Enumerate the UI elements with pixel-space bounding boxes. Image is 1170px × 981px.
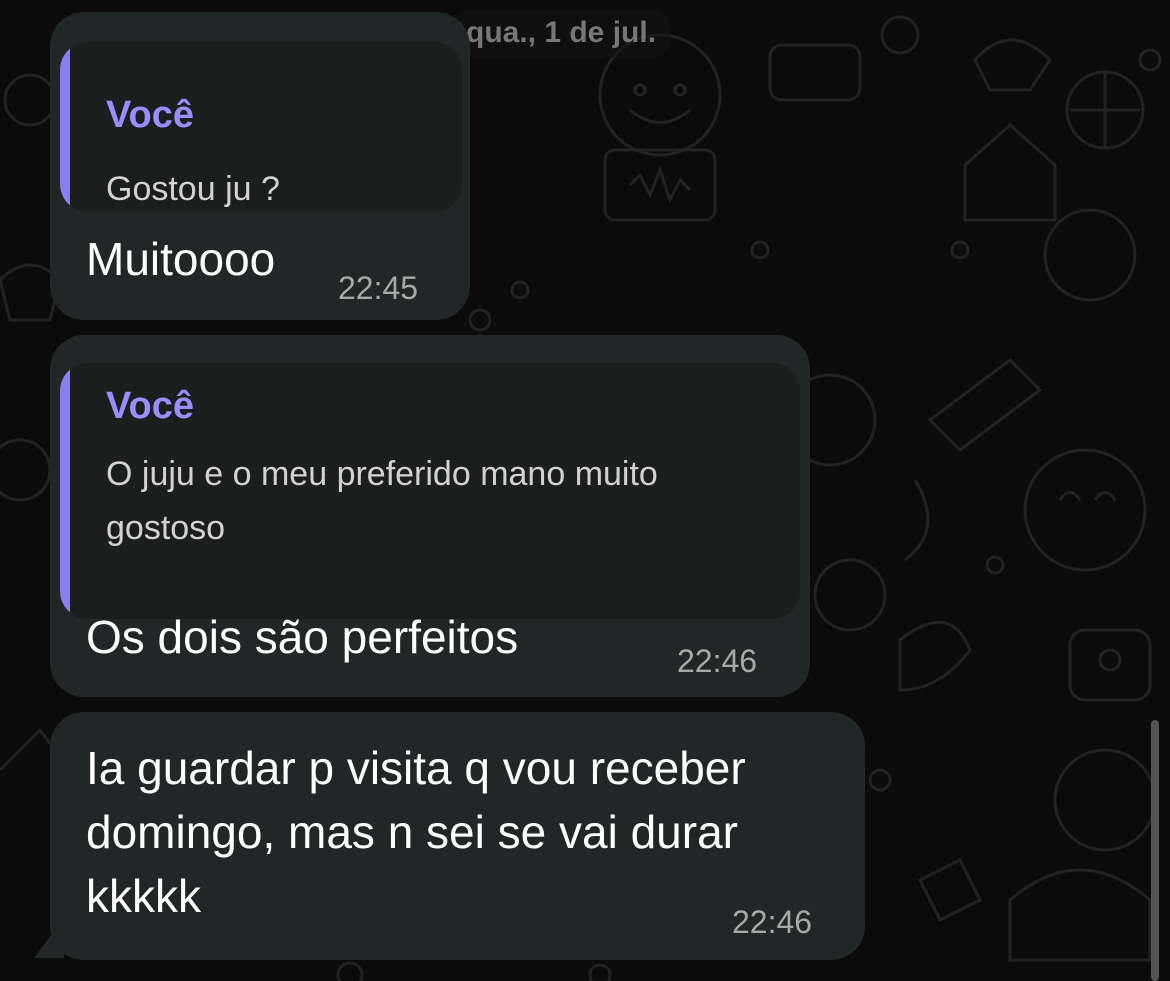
- message-time: 22:46: [732, 904, 813, 940]
- message-text: Ia guardar p visita q vou receber doming…: [86, 742, 746, 922]
- quote-accent-bar: [60, 363, 70, 619]
- quote-author: Você: [106, 385, 195, 427]
- quote-text: Gostou ju ?: [106, 170, 280, 208]
- quote-text: O juju e o meu preferido mano muito gost…: [106, 455, 658, 547]
- quote-author: Você: [106, 94, 195, 136]
- message-time: 22:46: [677, 643, 758, 679]
- message-text: Muitoooo: [86, 233, 276, 285]
- message-text: Os dois são perfeitos: [86, 611, 519, 663]
- quoted-message[interactable]: Você Gostou ju ?: [60, 42, 462, 212]
- message-bubble[interactable]: Você O juju e o meu preferido mano muito…: [50, 335, 810, 697]
- quoted-message[interactable]: Você O juju e o meu preferido mano muito…: [60, 363, 800, 619]
- message-bubble[interactable]: Ia guardar p visita q vou receber doming…: [50, 712, 865, 960]
- quote-accent-bar: [60, 42, 70, 212]
- message-time: 22:45: [338, 270, 419, 306]
- scrollbar[interactable]: [1151, 720, 1159, 981]
- date-chip: qua., 1 de jul.: [452, 10, 671, 58]
- message-bubble[interactable]: Você Gostou ju ? Muitoooo 22:45: [50, 12, 470, 320]
